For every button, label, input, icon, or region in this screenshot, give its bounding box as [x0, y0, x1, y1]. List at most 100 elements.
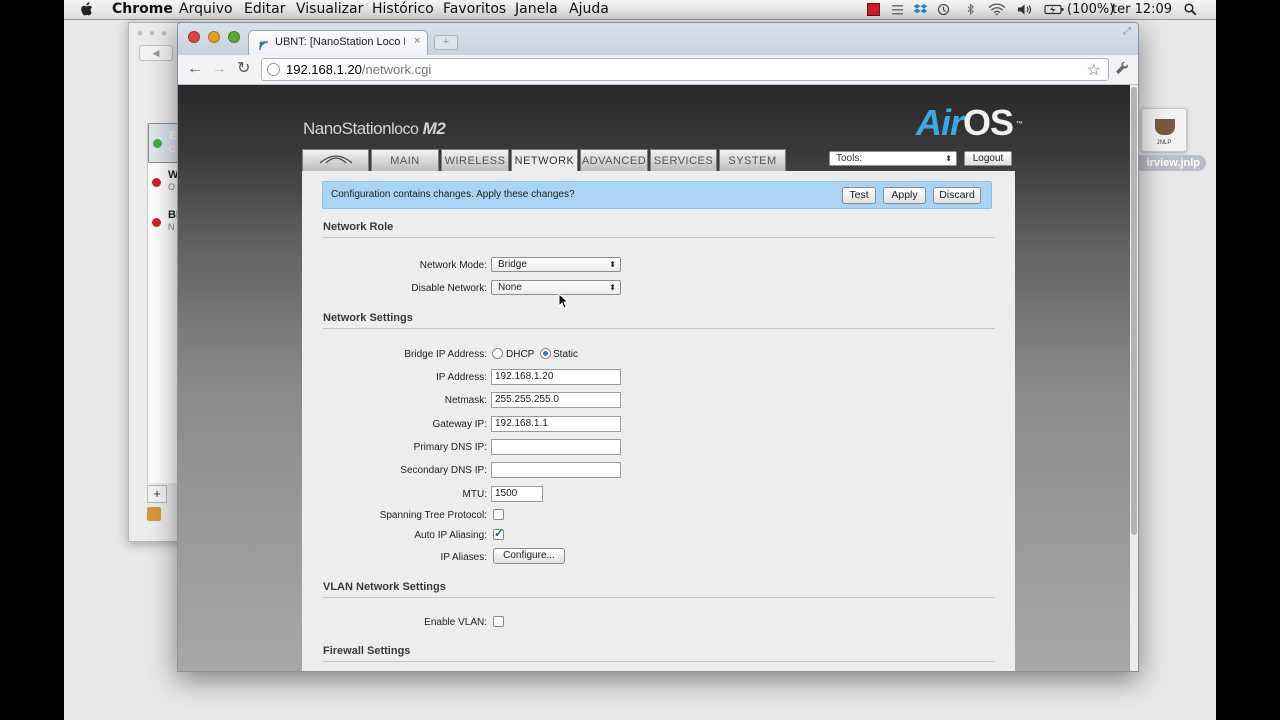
ip-aliases-label: IP Aliases:	[440, 552, 487, 563]
menubar-clock[interactable]: ter 12:09	[1112, 0, 1172, 19]
ip-address-label: IP Address:	[436, 372, 487, 383]
disable-network-label: Disable Network:	[411, 283, 487, 294]
notice-text: Configuration contains changes. Apply th…	[331, 189, 575, 200]
bluetooth-icon[interactable]	[964, 3, 977, 16]
secondary-dns-field[interactable]	[491, 462, 621, 478]
section-firewall-settings: Firewall Settings	[323, 645, 995, 662]
stp-label: Spanning Tree Protocol:	[379, 510, 487, 521]
menu-editar[interactable]: Editar	[244, 0, 285, 19]
list-item-status: O	[168, 182, 176, 192]
network-mode-select[interactable]: Bridge ⬍	[491, 257, 621, 272]
network-panel: Configuration contains changes. Apply th…	[302, 171, 1015, 671]
status-dot-icon	[152, 178, 161, 187]
browser-tab[interactable]: UBNT: [NanoStation Loco M2] ×	[248, 30, 428, 55]
menu-ajuda[interactable]: Ajuda	[569, 0, 609, 19]
add-button[interactable]: +	[147, 485, 167, 503]
minimize-window-button[interactable]	[208, 31, 220, 43]
page-info-icon[interactable]	[267, 63, 280, 76]
battery-icon[interactable]	[1044, 3, 1064, 16]
bookmark-star-icon[interactable]: ☆	[1087, 60, 1101, 80]
tab-network[interactable]: NETWORK	[511, 149, 578, 173]
static-radio[interactable]	[540, 348, 551, 359]
close-window-button[interactable]	[188, 31, 200, 43]
mtu-field[interactable]: 1500	[491, 486, 543, 502]
menu-historico[interactable]: Histórico	[372, 0, 434, 19]
ip-address-field[interactable]: 192.168.1.20	[491, 369, 621, 385]
tab-main[interactable]: MAIN	[371, 149, 439, 171]
menu-janela[interactable]: Janela	[515, 0, 558, 19]
test-button[interactable]: Test	[842, 187, 876, 204]
network-mode-label: Network Mode:	[419, 260, 487, 271]
jnlp-file-icon[interactable]: JNLP	[1141, 108, 1187, 152]
tab-title: UBNT: [NanoStation Loco M2]	[275, 36, 405, 48]
record-icon[interactable]	[867, 3, 880, 16]
static-label[interactable]: Static	[553, 349, 578, 360]
apple-icon[interactable]	[80, 0, 93, 22]
section-vlan-settings: VLAN Network Settings	[323, 581, 995, 598]
section-network-role: Network Role	[323, 221, 995, 238]
product-name: NanoStationloco M2	[303, 119, 446, 138]
menu-bar: Chrome Arquivo Editar Visualizar Históri…	[64, 0, 1216, 20]
dropbox-icon[interactable]	[913, 3, 928, 16]
tab-system[interactable]: SYSTEM	[719, 149, 786, 171]
list-icon[interactable]	[891, 3, 904, 16]
auto-ip-aliasing-checkbox[interactable]	[493, 526, 504, 540]
wrench-menu-icon[interactable]	[1115, 61, 1129, 79]
reload-icon[interactable]: ↻	[237, 61, 250, 77]
apply-button[interactable]: Apply	[883, 187, 926, 204]
primary-dns-label: Primary DNS IP:	[413, 442, 487, 453]
volume-icon[interactable]	[1017, 3, 1033, 16]
mouse-cursor-icon	[558, 292, 570, 314]
spotlight-search-icon[interactable]	[1184, 3, 1197, 16]
scrollbar-thumb[interactable]	[1131, 87, 1137, 535]
list-item-status: C	[169, 144, 176, 154]
app-menu-chrome[interactable]: Chrome	[112, 0, 173, 19]
url-text[interactable]: 192.168.1.20/network.cgi	[286, 62, 431, 77]
zoom-window-button[interactable]	[228, 31, 240, 43]
enable-vlan-checkbox[interactable]	[493, 616, 504, 627]
browser-window: UBNT: [NanoStation Loco M2] × + ⤢ ← → ↻ …	[177, 22, 1139, 672]
tab-advanced[interactable]: ADVANCED	[580, 149, 648, 171]
address-bar[interactable]: 192.168.1.20/network.cgi ☆	[261, 58, 1109, 81]
browser-toolbar: ← → ↻ 192.168.1.20/network.cgi ☆	[178, 55, 1138, 85]
ubiquiti-logo-icon	[319, 155, 352, 164]
tab-wireless[interactable]: WIRELESS	[441, 149, 509, 171]
select-arrows-icon: ⬍	[609, 260, 616, 269]
logout-button[interactable]: Logout	[964, 151, 1012, 166]
netmask-field[interactable]: 255.255.255.0	[491, 392, 621, 408]
primary-dns-field[interactable]	[491, 439, 621, 455]
battery-percent: (100%)	[1067, 2, 1115, 17]
gateway-label: Gateway IP:	[432, 419, 487, 430]
configure-aliases-button[interactable]: Configure...	[493, 548, 565, 564]
menu-visualizar[interactable]: Visualizar	[296, 0, 363, 19]
tab-close-icon[interactable]: ×	[414, 35, 420, 47]
window-controls[interactable]: ●●●	[137, 28, 173, 39]
back-arrow-icon[interactable]: ←	[187, 61, 203, 77]
fullscreen-icon[interactable]: ⤢	[1123, 26, 1131, 37]
wifi-icon[interactable]	[988, 3, 1006, 16]
select-arrows-icon: ⬍	[609, 283, 616, 292]
gateway-field[interactable]: 192.168.1.1	[491, 416, 621, 432]
menu-arquivo[interactable]: Arquivo	[179, 0, 233, 19]
tab-services[interactable]: SERVICES	[650, 149, 717, 171]
time-machine-icon[interactable]	[937, 3, 950, 16]
select-arrows-icon: ⬍	[945, 154, 952, 163]
back-button[interactable]: ◀	[139, 45, 173, 61]
dhcp-radio[interactable]	[492, 348, 503, 359]
file-label[interactable]: irview.jnlp	[1134, 155, 1206, 171]
discard-button[interactable]: Discard	[933, 187, 981, 204]
menu-favoritos[interactable]: Favoritos	[443, 0, 506, 19]
mtu-label: MTU:	[462, 489, 487, 500]
new-tab-button[interactable]: +	[434, 35, 458, 50]
tools-select[interactable]: Tools: ⬍	[829, 151, 957, 166]
dhcp-label[interactable]: DHCP	[506, 349, 534, 360]
wireless-favicon-icon	[259, 38, 269, 51]
disable-network-select[interactable]: None ⬍	[491, 280, 621, 295]
section-network-settings: Network Settings	[323, 312, 995, 329]
airos-logo: AirOS ™	[916, 102, 1023, 143]
forward-arrow-icon[interactable]: →	[211, 61, 227, 77]
tab-ubnt-logo[interactable]	[302, 149, 369, 171]
page-scrollbar[interactable]	[1130, 85, 1138, 671]
stp-checkbox[interactable]	[493, 509, 504, 520]
lock-icon[interactable]	[147, 507, 161, 521]
